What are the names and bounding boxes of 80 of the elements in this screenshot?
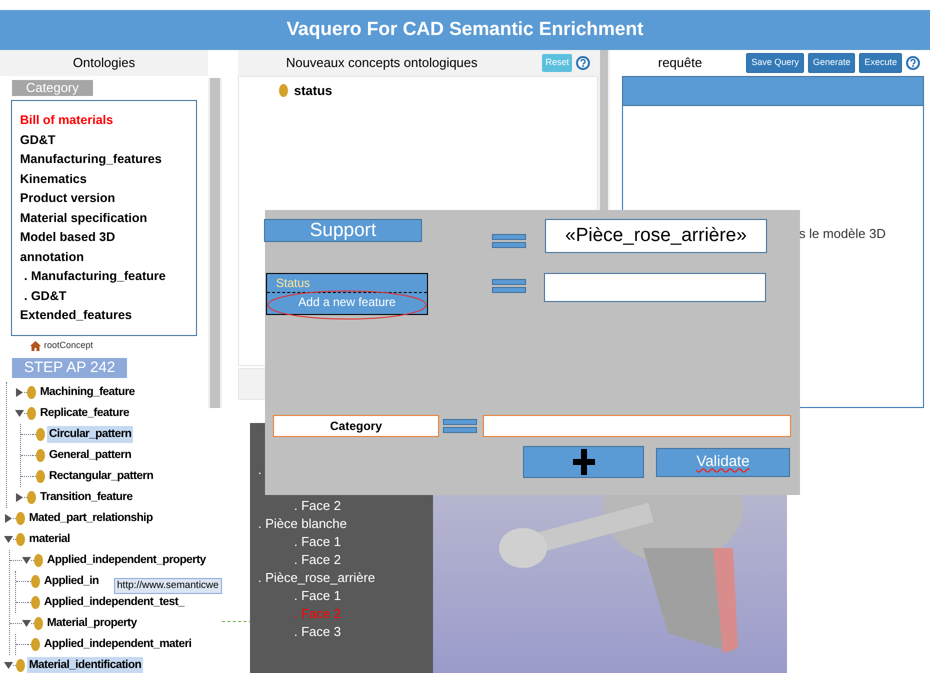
category-field[interactable] bbox=[483, 415, 791, 437]
bullet-icon bbox=[279, 84, 288, 98]
collapsed-triangle-icon[interactable] bbox=[15, 388, 24, 397]
expanded-triangle-icon[interactable] bbox=[4, 661, 13, 670]
app-title-bar: Vaquero For CAD Semantic Enrichment bbox=[0, 10, 930, 50]
query-button[interactable]: Save Query bbox=[746, 53, 804, 73]
category-item[interactable]: . Manufacturing_feature bbox=[20, 267, 188, 286]
tree-item[interactable]: material bbox=[27, 530, 72, 548]
category-item[interactable]: . GD&T bbox=[20, 286, 188, 306]
bullet-icon bbox=[27, 386, 36, 399]
bullet-icon bbox=[27, 407, 36, 420]
value-field[interactable]: «Pièce_rose_arrière» bbox=[545, 219, 767, 253]
plus-icon bbox=[572, 449, 594, 475]
panel-heading: requête bbox=[657, 54, 704, 72]
expanded-triangle-icon[interactable] bbox=[22, 619, 31, 628]
root-concept-label: rootConcept bbox=[44, 339, 94, 352]
add-button[interactable] bbox=[523, 446, 644, 478]
help-icon[interactable] bbox=[576, 56, 590, 70]
expanded-triangle-icon[interactable] bbox=[22, 556, 31, 565]
category-item[interactable]: GD&T bbox=[20, 130, 170, 150]
tree-item[interactable]: Applied_independent_materi bbox=[42, 636, 194, 654]
bullet-icon bbox=[31, 575, 40, 588]
category-item[interactable]: Kinematics bbox=[20, 170, 170, 189]
category-label: Category bbox=[273, 415, 439, 437]
face-item[interactable]: . Face 1 bbox=[258, 533, 433, 551]
tree-item[interactable]: Circular_pattern bbox=[47, 426, 134, 444]
equals-icon bbox=[443, 419, 477, 433]
category-item[interactable]: Model based 3D annotation bbox=[20, 228, 170, 267]
part-item[interactable]: . Pièce blanche bbox=[258, 515, 433, 533]
concept-item[interactable]: status bbox=[294, 81, 332, 100]
bullet-icon bbox=[34, 617, 43, 630]
tree-item[interactable]: Rectangular_pattern bbox=[47, 468, 156, 486]
scrollbar[interactable] bbox=[208, 78, 222, 408]
part-item[interactable]: . Pièce_rose_arrière bbox=[258, 569, 433, 587]
category-item[interactable]: Bill of materials bbox=[20, 111, 170, 130]
category-item[interactable]: Manufacturing_features bbox=[20, 150, 170, 170]
equals-icon bbox=[492, 279, 526, 293]
value-field[interactable] bbox=[544, 273, 766, 302]
bullet-icon bbox=[34, 554, 43, 567]
bullet-icon bbox=[36, 428, 45, 441]
tree-item[interactable]: Material_identification bbox=[27, 656, 144, 673]
tree-item[interactable]: Material_property bbox=[45, 614, 139, 632]
help-icon[interactable] bbox=[906, 56, 920, 70]
tree-item[interactable]: Replicate_feature bbox=[38, 404, 132, 422]
tree-item[interactable]: Applied_independent_property bbox=[45, 552, 208, 570]
panel-heading: Ontologies bbox=[0, 50, 208, 76]
collapsed-triangle-icon[interactable] bbox=[4, 514, 13, 523]
url-tooltip: http://www.semanticwe bbox=[114, 578, 222, 594]
collapsed-triangle-icon[interactable] bbox=[15, 493, 24, 502]
face-item[interactable]: . Face 2 bbox=[258, 551, 433, 569]
panel-heading: Nouveaux concepts ontologiques bbox=[286, 54, 479, 72]
bullet-icon bbox=[31, 596, 40, 609]
tree-item[interactable]: General_pattern bbox=[47, 446, 134, 464]
expanded-triangle-icon[interactable] bbox=[15, 409, 24, 418]
category-item[interactable]: Extended_features bbox=[20, 306, 170, 326]
panel-heading: s le modèle 3D bbox=[799, 225, 887, 243]
bullet-icon bbox=[36, 470, 45, 483]
expanded-triangle-icon[interactable] bbox=[4, 535, 13, 544]
face-item[interactable]: . Face 1 bbox=[258, 587, 433, 605]
subject-label: Support bbox=[264, 219, 422, 242]
bullet-icon bbox=[16, 533, 25, 546]
equals-icon bbox=[492, 234, 526, 248]
face-item[interactable]: . Face 2 bbox=[258, 497, 433, 515]
tree-item[interactable]: Machining_feature bbox=[38, 384, 137, 402]
tree-item[interactable]: Applied_independent_test_ bbox=[42, 594, 186, 612]
home-icon bbox=[30, 341, 41, 351]
bullet-icon bbox=[36, 449, 45, 462]
bullet-icon bbox=[31, 638, 40, 651]
bullet-icon bbox=[16, 659, 25, 672]
query-button[interactable]: Generate bbox=[808, 53, 856, 73]
bullet-icon bbox=[16, 512, 25, 525]
category-item[interactable]: Product version bbox=[20, 189, 170, 208]
bullet-icon bbox=[27, 491, 36, 504]
tree-item[interactable]: Transition_feature bbox=[38, 488, 134, 506]
tree-item[interactable]: Applied_in bbox=[42, 572, 101, 590]
category-item[interactable]: Material specification bbox=[20, 208, 170, 228]
query-button[interactable]: Execute bbox=[859, 53, 902, 73]
face-item[interactable]: . Face 3 bbox=[258, 623, 433, 641]
tree-item[interactable]: Mated_part_relationship bbox=[27, 510, 155, 528]
ontology-label: STEP AP 242 bbox=[12, 358, 128, 378]
